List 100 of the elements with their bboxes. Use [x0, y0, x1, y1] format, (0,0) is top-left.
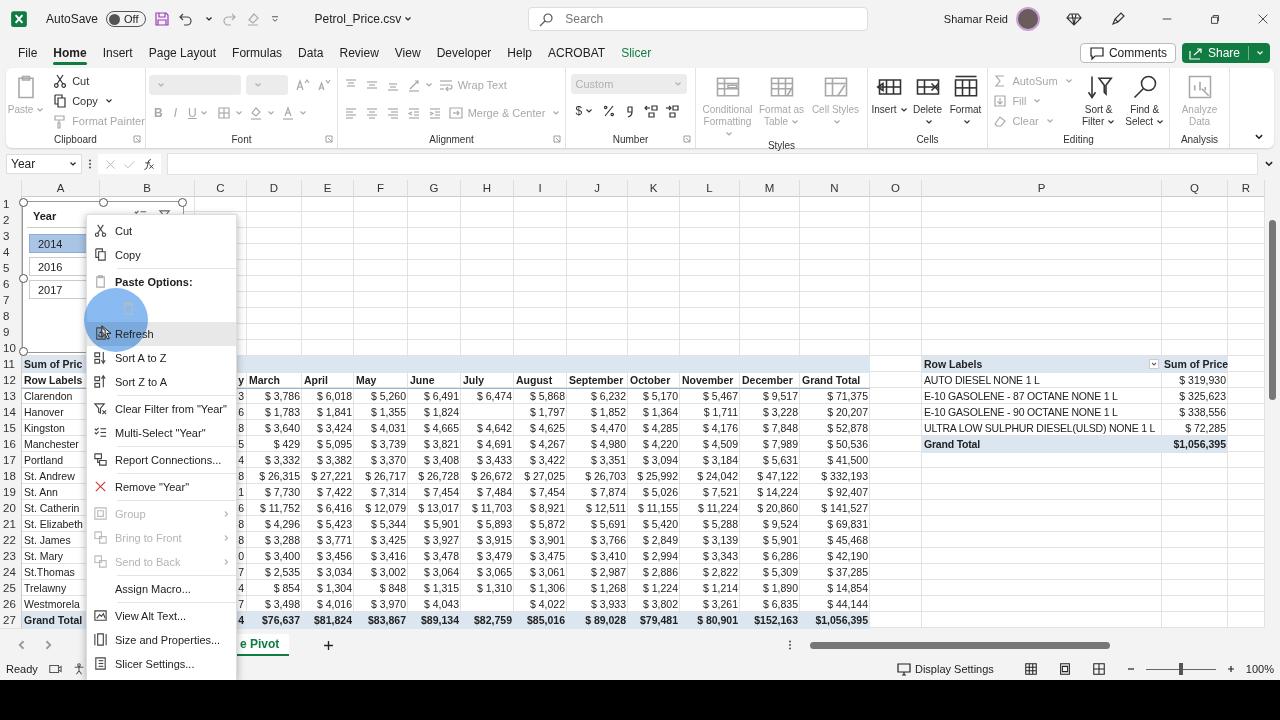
ribbon-tab[interactable]: Review	[331, 40, 387, 66]
resize-handle[interactable]	[178, 198, 187, 207]
table-cell-text: $ 7,874	[589, 485, 627, 500]
search-field[interactable]: Search	[528, 7, 869, 31]
insert-button[interactable]: Insert	[871, 71, 908, 116]
group-label: Alignment	[429, 133, 474, 145]
zoom-thumb[interactable]	[1178, 663, 1183, 675]
ribbon-tab[interactable]: ACROBAT	[540, 40, 614, 66]
close-icon[interactable]	[1256, 12, 1270, 26]
resize-handle[interactable]	[19, 347, 28, 356]
table-cell-text: $ 3,094	[641, 453, 679, 468]
comments-button[interactable]: Comments	[1079, 43, 1176, 63]
table-cell-text: $ 5,467	[701, 389, 739, 404]
ribbon-tab[interactable]: Formulas	[224, 40, 291, 66]
table-cell-text: $ 1,852	[589, 405, 627, 420]
table-cell-text: $ 1,841	[315, 405, 353, 420]
column-letter[interactable]: H	[461, 180, 514, 197]
undo-icon[interactable]	[177, 11, 194, 27]
ribbon-tab[interactable]: View	[386, 40, 429, 66]
copy-icon	[52, 92, 69, 109]
dialog-launcher-icon[interactable]	[325, 135, 333, 143]
ribbon-tab[interactable]: File	[10, 40, 46, 66]
zoom-in-icon[interactable]	[1225, 664, 1236, 674]
column-letter[interactable]: G	[408, 180, 461, 197]
row-number[interactable]: 27	[0, 612, 22, 629]
page-break-icon[interactable]	[1091, 662, 1106, 676]
currency-button[interactable]: $	[570, 100, 599, 122]
resize-handle[interactable]	[19, 198, 28, 207]
add-sheet-icon[interactable]	[323, 639, 335, 651]
column-letter[interactable]: E	[302, 180, 354, 197]
format-button[interactable]: Format	[947, 71, 984, 128]
dialog-launcher-icon[interactable]	[683, 135, 691, 143]
delete-button[interactable]: Delete	[909, 71, 946, 128]
menu-item[interactable]: Cut	[87, 219, 236, 243]
menu-item[interactable]: Clear Filter from "Year"	[87, 397, 236, 421]
sort-filter-button[interactable]: Sort & Filter	[1076, 71, 1121, 128]
caret-icon	[1256, 49, 1264, 57]
column-letter[interactable]: O	[870, 180, 922, 197]
more-icon[interactable]	[88, 157, 92, 171]
share-button[interactable]: Share	[1181, 43, 1270, 63]
table-cell-text: $ 5,288	[701, 517, 739, 532]
table-cell-text: $ 3,416	[369, 549, 407, 564]
cut-button[interactable]: Cut	[50, 71, 147, 90]
file-name-button[interactable]: Petrol_Price.csv	[314, 12, 413, 26]
menu-item[interactable]: Multi-Select "Year"	[87, 421, 236, 445]
column-letter[interactable]: L	[680, 180, 740, 197]
column-letter[interactable]: J	[567, 180, 628, 197]
copy-button[interactable]: Copy	[50, 91, 147, 110]
expand-icon[interactable]	[1264, 159, 1274, 169]
ribbon-tab[interactable]: Help	[499, 40, 540, 66]
column-letter[interactable]: D	[247, 180, 302, 197]
column-letter[interactable]: I	[514, 180, 567, 197]
ribbon-tab[interactable]: Slicer	[613, 40, 660, 66]
display-settings-button[interactable]: Display Settings	[896, 661, 994, 677]
menu-item[interactable]: Assign Macro...	[87, 577, 236, 601]
column-letter[interactable]: C	[195, 180, 247, 197]
menu-item[interactable]: Remove "Year"	[87, 475, 236, 499]
table-cell: $76,637	[247, 612, 302, 629]
column-letter[interactable]: M	[740, 180, 800, 197]
ribbon-tab[interactable]: Developer	[428, 40, 500, 66]
menu-item[interactable]: Copy	[87, 243, 236, 267]
ribbon-tab[interactable]: Page Layout	[140, 40, 225, 66]
column-letter[interactable]: B	[100, 180, 195, 197]
menu-item[interactable]: Report Connections...	[87, 448, 236, 472]
table-cell-text: $ 7,521	[701, 485, 739, 500]
close-icon	[93, 479, 108, 494]
zoom-level[interactable]: 100%	[1245, 663, 1274, 675]
column-letter[interactable]: P	[922, 180, 1162, 197]
find-select-button[interactable]: Find & Select	[1122, 71, 1167, 128]
resize-handle[interactable]	[99, 198, 108, 207]
column-letter[interactable]: K	[628, 180, 680, 197]
column-letter[interactable]: F	[354, 180, 408, 197]
column-letter[interactable]: N	[800, 180, 870, 197]
avatar[interactable]	[1016, 7, 1040, 31]
dropdown-icon[interactable]	[1149, 359, 1159, 369]
column-letter[interactable]: A	[22, 180, 100, 197]
normal-view-icon[interactable]	[1023, 662, 1038, 676]
restore-icon[interactable]	[1208, 12, 1222, 26]
table-cell-text: $ 4,665	[422, 421, 460, 436]
column-letter[interactable]: Q	[1162, 180, 1228, 197]
column-letter[interactable]: R	[1228, 180, 1265, 197]
ribbon-tab[interactable]: Home	[45, 40, 95, 66]
collapse-ribbon-icon[interactable]	[1254, 132, 1264, 142]
diamond-icon[interactable]	[1066, 11, 1082, 27]
function-icon[interactable]	[142, 157, 155, 171]
ribbon-tab[interactable]: Data	[290, 40, 332, 66]
table-cell-text: $ 26,703	[584, 469, 627, 484]
dialog-launcher-icon[interactable]	[553, 135, 561, 143]
ribbon-tab[interactable]: Insert	[94, 40, 141, 66]
pen-icon[interactable]	[1110, 11, 1126, 27]
table-cell-text: $ 4,022	[528, 597, 566, 612]
table-cell-text: $ 3,064	[422, 565, 460, 580]
page-layout-icon[interactable]	[1057, 662, 1072, 676]
resize-handle[interactable]	[19, 274, 28, 283]
dialog-launcher-icon[interactable]	[133, 135, 141, 143]
more-icon[interactable]	[788, 638, 792, 652]
name-box[interactable]: Year	[6, 154, 82, 174]
macro-record-icon[interactable]	[47, 662, 62, 676]
save-icon[interactable]	[153, 11, 170, 27]
formula-field[interactable]	[167, 153, 1258, 175]
